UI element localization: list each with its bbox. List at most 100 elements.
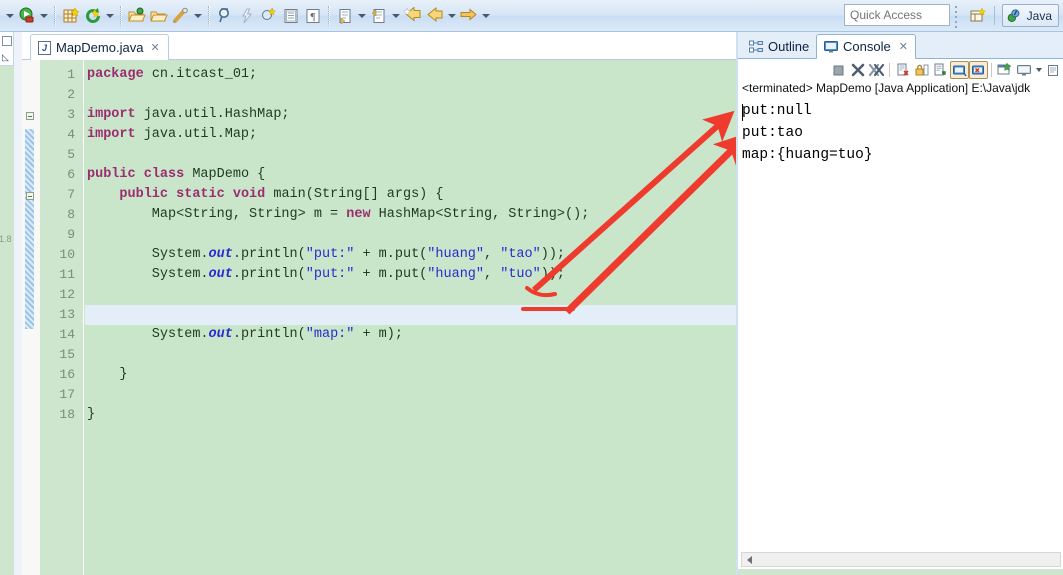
code-token: )); — [540, 267, 566, 282]
code-line[interactable]: public class MapDemo { — [85, 165, 736, 185]
toolbar-separator — [208, 5, 210, 26]
code-line[interactable] — [85, 385, 736, 405]
line-number: 5 — [67, 147, 75, 162]
code-token: class — [143, 167, 185, 182]
toolbar-separator — [889, 63, 890, 77]
code-line[interactable] — [85, 85, 736, 105]
pilcrow-icon[interactable]: ¶ — [302, 5, 324, 27]
code-line[interactable]: System.out.println("map:" + m); — [85, 325, 736, 345]
code-line[interactable]: public static void main(String[] args) { — [85, 185, 736, 205]
toolbar-separator — [991, 63, 992, 77]
show-console-on-error-button[interactable] — [969, 61, 988, 79]
code-line[interactable] — [85, 145, 736, 165]
fold-collapse-icon[interactable] — [26, 192, 34, 200]
console-view-toolbar — [738, 59, 1063, 81]
back-arrow-icon[interactable] — [424, 5, 446, 27]
terminate-button[interactable] — [829, 61, 848, 79]
scroll-lock-button[interactable] — [912, 61, 931, 79]
package-explorer-icon — [2, 36, 12, 46]
code-token: "put:" — [305, 247, 355, 262]
clear-console-button[interactable] — [893, 61, 912, 79]
quick-access-input[interactable] — [844, 4, 950, 26]
code-line[interactable]: } — [85, 405, 736, 425]
close-icon[interactable]: ✕ — [899, 40, 908, 53]
pin-console-button[interactable] — [995, 61, 1014, 79]
code-token: "tuo" — [500, 267, 541, 282]
word-wrap-button[interactable] — [931, 61, 950, 79]
code-token: + m.put( — [354, 247, 428, 262]
open-task-button[interactable] — [148, 5, 170, 27]
console-output-text[interactable]: put:null put:tao map:{huang=tuo} — [742, 100, 1059, 570]
lightning-icon[interactable] — [236, 5, 258, 27]
search-icon[interactable] — [214, 5, 236, 27]
panel-bottom-filler — [738, 569, 1063, 575]
previous-annotation-icon[interactable] — [368, 5, 390, 27]
debug-dropdown-arrow[interactable] — [192, 5, 204, 27]
code-token: "map:" — [305, 327, 355, 342]
annotation-ruler[interactable] — [22, 60, 40, 575]
line-number: 15 — [59, 347, 75, 362]
book-icon[interactable] — [280, 5, 302, 27]
code-line[interactable]: import java.util.HashMap; — [85, 105, 736, 125]
code-text[interactable]: package cn.itcast_01; import java.util.H… — [85, 60, 736, 575]
next-annotation-arrow[interactable] — [356, 5, 368, 27]
code-token: "huang" — [427, 247, 485, 262]
console-icon — [824, 40, 838, 52]
code-line[interactable]: System.out.println("put:" + m.put("huang… — [85, 245, 736, 265]
right-panel: Outline Console ✕ <terminated> MapDemo [… — [738, 32, 1063, 575]
code-token: cn.itcast_01; — [143, 67, 258, 82]
back-dropdown-arrow[interactable] — [446, 5, 458, 27]
main-toolbar: ¶ Quick Access Java — [0, 0, 1063, 32]
pencil-icon[interactable] — [170, 5, 192, 27]
line-number: 3 — [26, 105, 83, 125]
code-line[interactable] — [85, 345, 736, 365]
code-token: .println( — [232, 247, 306, 262]
remove-launch-button[interactable] — [848, 61, 867, 79]
forward-arrow-icon[interactable] — [458, 5, 480, 27]
show-console-on-output-button[interactable] — [950, 61, 969, 79]
remove-all-launches-button[interactable] — [867, 61, 886, 79]
restore-package-explorer-button[interactable]: ◺ — [0, 32, 14, 66]
code-line[interactable]: } — [85, 365, 736, 385]
save-dropdown-arrow[interactable] — [4, 5, 16, 27]
code-line[interactable]: System.out.println("put:" + m.put("huang… — [85, 265, 736, 285]
code-line[interactable]: import java.util.Map; — [85, 125, 736, 145]
eclipse-window: ¶ Quick Access Java ◺ 1.8 J MapDemo.java… — [0, 0, 1063, 575]
open-type-button[interactable] — [126, 5, 148, 27]
code-line[interactable]: package cn.itcast_01; — [85, 65, 736, 85]
new-java-class-button[interactable] — [60, 5, 82, 27]
code-line[interactable] — [85, 285, 736, 305]
run-button[interactable] — [16, 5, 38, 27]
line-number: 6 — [67, 167, 75, 182]
refresh-dropdown-arrow[interactable] — [104, 5, 116, 27]
code-token: new — [346, 207, 371, 222]
code-line[interactable] — [85, 225, 736, 245]
console-horizontal-scrollbar[interactable] — [741, 552, 1061, 567]
open-console-button[interactable] — [1044, 61, 1063, 79]
refresh-button[interactable] — [82, 5, 104, 27]
tab-outline[interactable]: Outline — [742, 34, 816, 59]
editor-body[interactable]: 1 2 3 4 5 6 7 8 9 10 11 12 13 14 15 16 17 18 package cn.i… — [22, 60, 736, 575]
fold-collapse-icon[interactable] — [26, 112, 34, 120]
code-token: HashMap<String, String>(); — [370, 207, 590, 222]
collapsed-left-panel[interactable]: ◺ 1.8 — [0, 32, 14, 575]
code-line[interactable] — [85, 305, 736, 325]
code-line[interactable]: Map<String, String> m = new HashMap<Stri… — [85, 205, 736, 225]
forward-dropdown-arrow[interactable] — [480, 5, 492, 27]
next-annotation-icon[interactable] — [334, 5, 356, 27]
scroll-left-arrow-icon[interactable] — [742, 553, 756, 566]
panel-gap — [14, 32, 22, 575]
editor-tab-mapdemo[interactable]: J MapDemo.java ✕ — [30, 34, 169, 60]
toolbar-drag-handle[interactable] — [955, 6, 959, 28]
open-perspective-button[interactable] — [967, 5, 989, 27]
previous-annotation-arrow[interactable] — [390, 5, 402, 27]
display-selected-console-arrow[interactable] — [1033, 61, 1044, 79]
annotation-icon[interactable] — [258, 5, 280, 27]
tab-console[interactable]: Console ✕ — [816, 34, 916, 59]
run-dropdown-arrow[interactable] — [38, 5, 50, 27]
back-star-icon[interactable] — [402, 5, 424, 27]
close-icon[interactable]: ✕ — [150, 41, 159, 54]
perspective-java-button[interactable]: Java — [1001, 4, 1059, 27]
display-selected-console-button[interactable] — [1014, 61, 1033, 79]
